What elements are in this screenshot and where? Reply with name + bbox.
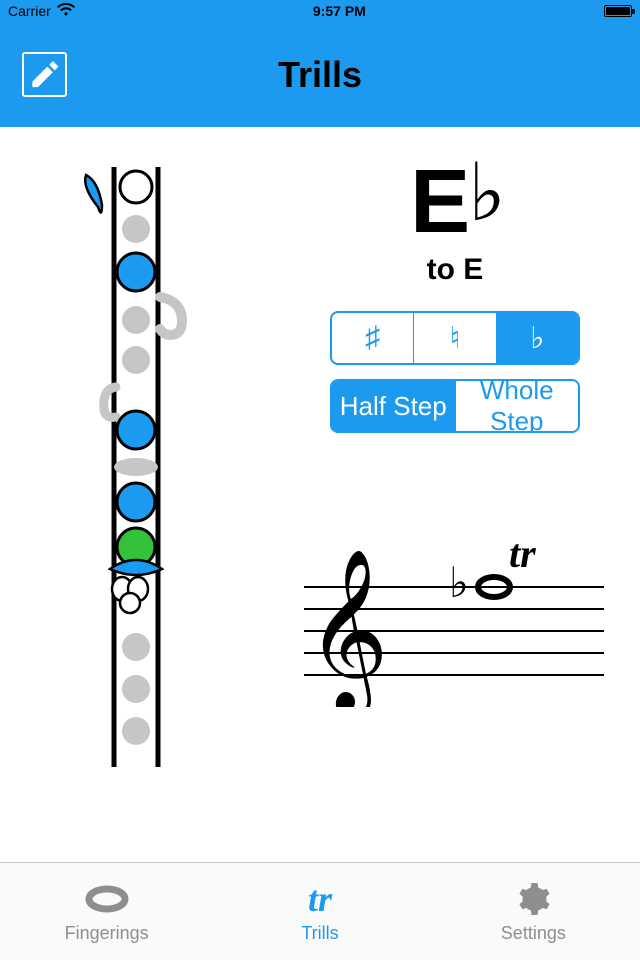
note-name: E♭ <box>330 157 580 247</box>
tab-label: Trills <box>301 923 338 944</box>
segment-natural[interactable]: ♮ <box>414 313 496 363</box>
content-area: E♭ to E ♯ ♮ ♭ Half Step Whole Step 𝄞 ♭ <box>0 127 640 862</box>
tab-settings[interactable]: Settings <box>427 863 640 960</box>
segment-sharp[interactable]: ♯ <box>332 313 414 363</box>
tab-fingerings[interactable]: Fingerings <box>0 863 213 960</box>
accidental-segmented: ♯ ♮ ♭ <box>330 311 580 365</box>
segment-whole-step[interactable]: Whole Step <box>456 381 579 431</box>
tab-trills[interactable]: tr Trills <box>213 863 426 960</box>
compose-button[interactable] <box>22 52 67 97</box>
svg-text:tr: tr <box>509 531 536 576</box>
tab-label: Fingerings <box>65 923 149 944</box>
trills-icon: tr <box>308 879 332 919</box>
note-display: E♭ to E ♯ ♮ ♭ Half Step Whole Step <box>330 157 580 433</box>
svg-text:♭: ♭ <box>449 561 469 607</box>
treble-clef-icon: 𝄞 <box>306 551 389 707</box>
step-segmented: Half Step Whole Step <box>330 379 580 433</box>
tab-bar: Fingerings tr Trills Settings <box>0 862 640 960</box>
fingerings-icon <box>85 879 129 919</box>
note-accidental: ♭ <box>468 153 502 233</box>
fingering-chart <box>80 157 195 777</box>
status-bar: Carrier 9:57 PM <box>0 0 640 22</box>
pencil-icon <box>24 53 65 97</box>
staff-notation: 𝄞 ♭ tr <box>304 527 604 712</box>
page-title: Trills <box>0 54 640 96</box>
clock-label: 9:57 PM <box>313 3 366 19</box>
wifi-icon <box>57 3 75 19</box>
segment-flat[interactable]: ♭ <box>497 313 578 363</box>
tab-label: Settings <box>501 923 566 944</box>
segment-half-step[interactable]: Half Step <box>332 381 456 431</box>
battery-icon <box>604 5 632 17</box>
note-letter: E <box>410 157 466 247</box>
gear-icon <box>514 879 552 919</box>
nav-bar: Trills <box>0 22 640 127</box>
carrier-label: Carrier <box>8 3 51 19</box>
trill-target: to E <box>330 253 580 287</box>
